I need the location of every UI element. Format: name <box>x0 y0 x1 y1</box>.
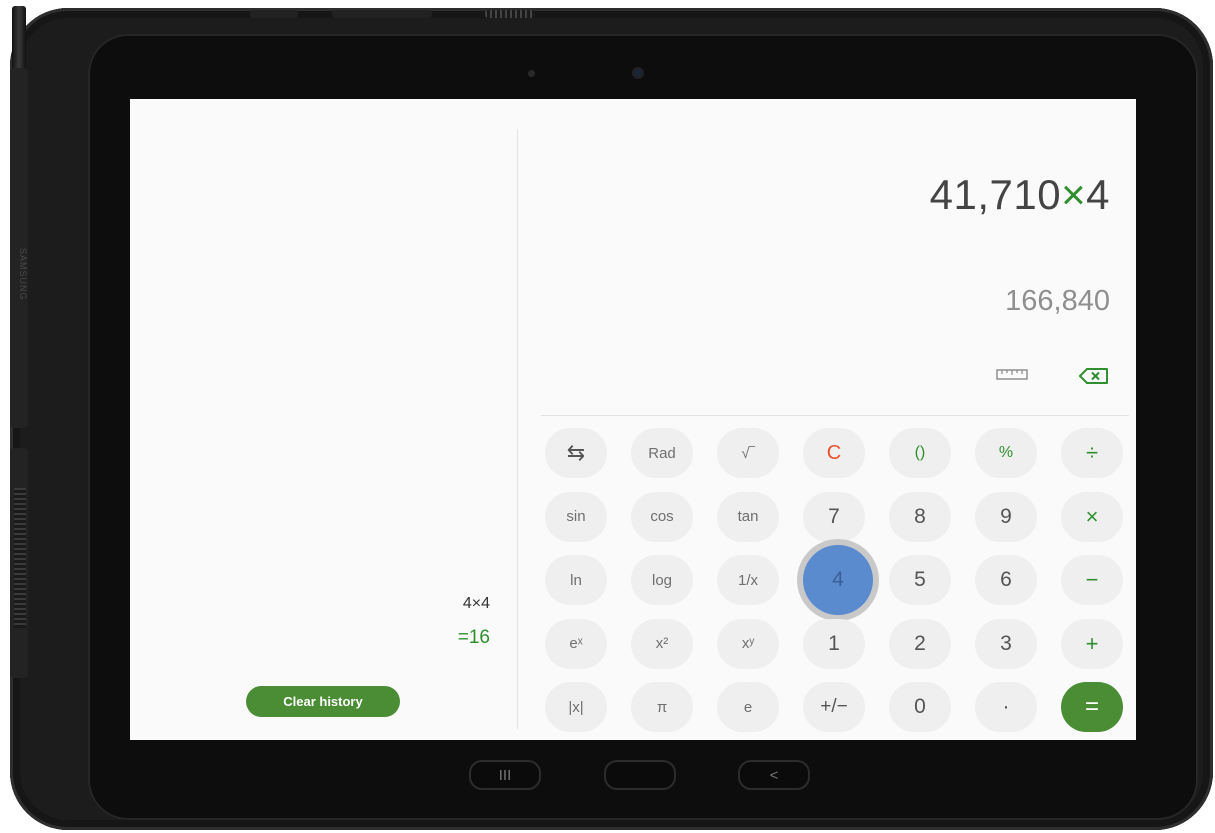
keypad-divider <box>541 415 1129 416</box>
swap-keypad-button[interactable]: ⇆ <box>545 428 607 478</box>
side-ridges <box>14 488 26 628</box>
power-button <box>250 10 298 18</box>
digit-1-button[interactable]: 1 <box>803 618 865 669</box>
light-sensor <box>528 70 535 77</box>
screen: 4×4 =16 Clear history 41,710×4 166,840 ⇆… <box>130 99 1136 740</box>
digit-0-button[interactable]: 0 <box>889 682 951 732</box>
history-expression[interactable]: 4×4 <box>463 595 490 613</box>
cos-button[interactable]: cos <box>631 491 693 542</box>
divide-button[interactable]: ÷ <box>1061 428 1123 478</box>
equals-button[interactable]: = <box>1061 682 1123 732</box>
digit-7-button[interactable]: 7 <box>803 491 865 542</box>
clear-button[interactable]: C <box>803 428 865 478</box>
digit-2-button[interactable]: 2 <box>889 618 951 669</box>
expression-display[interactable]: 41,710×4 <box>930 171 1110 219</box>
expression-operand-2: 4 <box>1086 171 1110 218</box>
square-button[interactable]: x² <box>631 618 693 669</box>
brand-label: SAMSUNG <box>18 248 28 301</box>
e-button[interactable]: e <box>717 682 779 732</box>
power-button[interactable]: xʸ <box>717 618 779 669</box>
pi-button[interactable]: π <box>631 682 693 732</box>
recents-button[interactable]: III <box>469 760 541 790</box>
digit-4-label: 4 <box>803 545 873 615</box>
keypad: ⇆ Rad √‾ C () % ÷ sin cos tan 7 8 9 × ln… <box>545 428 1129 733</box>
digit-6-button[interactable]: 6 <box>975 555 1037 605</box>
sin-button[interactable]: sin <box>545 491 607 542</box>
rad-button[interactable]: Rad <box>631 428 693 478</box>
reciprocal-button[interactable]: 1/x <box>717 555 779 605</box>
digit-8-button[interactable]: 8 <box>889 491 951 542</box>
digit-5-button[interactable]: 5 <box>889 555 951 605</box>
digit-3-button[interactable]: 3 <box>975 618 1037 669</box>
digit-9-button[interactable]: 9 <box>975 491 1037 542</box>
home-button[interactable] <box>604 760 676 790</box>
multiply-button[interactable]: × <box>1061 491 1123 542</box>
negate-button[interactable]: +/− <box>803 682 865 732</box>
press-highlight: 4 <box>797 539 879 621</box>
result-preview: 166,840 <box>1005 285 1110 317</box>
absolute-button[interactable]: |x| <box>545 682 607 732</box>
expression-operator: × <box>1061 171 1087 218</box>
speaker-grille <box>485 10 535 18</box>
history-result[interactable]: =16 <box>458 627 490 649</box>
ln-button[interactable]: ln <box>545 555 607 605</box>
subtract-button[interactable]: − <box>1061 555 1123 605</box>
sqrt-button[interactable]: √‾ <box>717 428 779 478</box>
add-button[interactable]: + <box>1061 618 1123 669</box>
parentheses-button[interactable]: () <box>889 428 951 478</box>
volume-button <box>332 10 432 18</box>
clear-history-button[interactable]: Clear history <box>246 686 400 717</box>
tan-button[interactable]: tan <box>717 491 779 542</box>
exp-button[interactable]: eˣ <box>545 618 607 669</box>
back-button[interactable]: < <box>738 760 810 790</box>
front-camera <box>634 69 642 77</box>
history-panel: 4×4 =16 Clear history <box>130 99 517 740</box>
unit-converter-icon[interactable] <box>996 367 1028 381</box>
percent-button[interactable]: % <box>975 428 1037 478</box>
expression-operand: 41,710 <box>929 171 1062 218</box>
digit-4-button[interactable]: 4 <box>797 539 879 621</box>
decimal-button[interactable]: · <box>975 682 1037 732</box>
log-button[interactable]: log <box>631 555 693 605</box>
backspace-icon[interactable] <box>1078 367 1110 385</box>
panel-divider <box>517 129 518 729</box>
